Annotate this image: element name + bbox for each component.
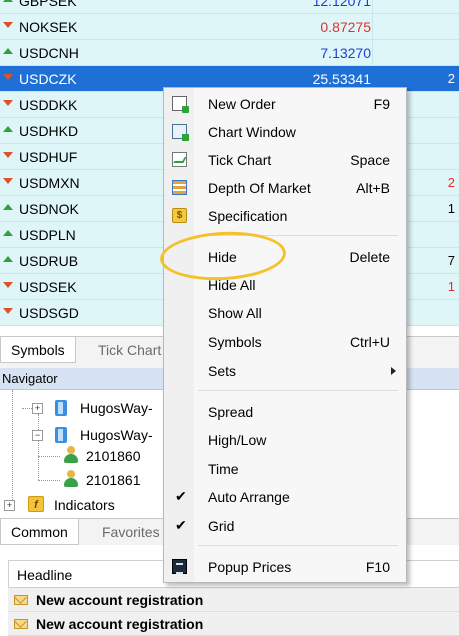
symbol-label: USDPLN xyxy=(19,227,76,243)
tab-common[interactable]: Common xyxy=(0,519,79,545)
checkmark-icon: ✔ xyxy=(175,517,187,533)
tab-symbols[interactable]: Symbols xyxy=(0,337,76,363)
symbol-label: USDMXN xyxy=(19,175,80,191)
arrow-down-icon xyxy=(3,100,13,110)
edge-value: 7 xyxy=(447,253,455,268)
symbol-label: GBPSEK xyxy=(19,0,77,9)
server-icon xyxy=(55,400,67,416)
tab-favorites[interactable]: Favorites xyxy=(92,519,170,545)
expand-icon[interactable]: + xyxy=(4,500,15,511)
arrow-up-icon xyxy=(3,230,13,240)
price-value: 0.87275 xyxy=(320,19,371,35)
arrow-up-icon xyxy=(3,256,13,266)
menu-item-spread[interactable]: Spread xyxy=(164,398,406,426)
price-value: 12.12071 xyxy=(312,0,371,9)
specification-icon: $ xyxy=(172,208,187,223)
arrow-down-icon xyxy=(3,22,13,32)
checkmark-icon: ✔ xyxy=(175,488,187,504)
submenu-arrow-icon xyxy=(391,367,396,375)
menu-item-high-low[interactable]: High/Low xyxy=(164,426,406,454)
tree-item-account[interactable]: 2101860 xyxy=(86,448,141,464)
edge-value: 1 xyxy=(447,201,455,216)
symbol-label: USDNOK xyxy=(19,201,79,217)
menu-item-tick-chart[interactable]: Tick Chart Space xyxy=(164,146,406,174)
symbol-label: USDRUB xyxy=(19,253,79,269)
edge-value: 2 xyxy=(447,71,455,86)
menu-item-new-order[interactable]: New Order F9 xyxy=(164,90,406,118)
arrow-down-icon xyxy=(3,282,13,292)
symbol-context-menu: New Order F9 Chart Window Tick Chart Spa… xyxy=(163,87,407,583)
market-row-noksek[interactable]: NOKSEK 0.87275 xyxy=(0,14,459,40)
news-row[interactable]: New account registration xyxy=(8,588,459,612)
arrow-up-icon xyxy=(3,0,13,6)
symbol-label: USDDKK xyxy=(19,97,78,113)
navigator-title: Navigator xyxy=(2,371,58,386)
chart-window-icon xyxy=(172,124,189,141)
symbol-label: USDSGD xyxy=(19,305,79,321)
edge-value: 2 xyxy=(447,175,455,190)
account-icon xyxy=(63,470,79,487)
news-headline: New account registration xyxy=(36,592,204,608)
menu-item-time[interactable]: Time xyxy=(164,455,406,483)
market-row-gbpsek[interactable]: GBPSEK 12.12071 xyxy=(0,0,459,14)
menu-item-symbols[interactable]: Symbols Ctrl+U xyxy=(164,328,406,356)
menu-item-chart-window[interactable]: Chart Window xyxy=(164,118,406,146)
arrow-down-icon xyxy=(3,178,13,188)
symbol-label: NOKSEK xyxy=(19,19,78,35)
news-row[interactable]: New account registration xyxy=(8,612,459,636)
tick-chart-icon xyxy=(172,152,187,167)
headline-header-label: Headline xyxy=(17,567,73,583)
price-value: 25.53341 xyxy=(312,71,371,87)
arrow-down-icon xyxy=(3,152,13,162)
server-icon xyxy=(55,427,67,443)
arrow-down-icon xyxy=(3,74,13,84)
market-row-usdcnh[interactable]: USDCNH 7.13270 xyxy=(0,40,459,66)
tree-item-account[interactable]: 2101861 xyxy=(86,472,141,488)
news-headline: New account registration xyxy=(36,616,204,632)
menu-item-grid[interactable]: ✔ Grid xyxy=(164,512,406,540)
menu-item-specification[interactable]: $ Specification xyxy=(164,202,406,230)
menu-item-show-all[interactable]: Show All xyxy=(164,299,406,327)
symbol-label: USDCZK xyxy=(19,71,77,87)
price-value: 7.13270 xyxy=(320,45,371,61)
mail-icon xyxy=(14,619,28,629)
depth-of-market-icon xyxy=(172,180,187,195)
menu-item-popup-prices[interactable]: Popup Prices F10 xyxy=(164,553,406,581)
tab-tick-chart[interactable]: Tick Chart xyxy=(88,337,171,363)
symbol-label: USDCNH xyxy=(19,45,79,61)
tree-item-server[interactable]: HugosWay- xyxy=(80,427,153,443)
tree-item-server[interactable]: HugosWay- xyxy=(80,400,153,416)
new-order-icon xyxy=(172,96,189,113)
menu-item-sets[interactable]: Sets xyxy=(164,357,406,385)
indicators-icon: f xyxy=(28,496,44,512)
popup-prices-icon xyxy=(172,559,187,574)
menu-item-depth-of-market[interactable]: Depth Of Market Alt+B xyxy=(164,174,406,202)
mail-icon xyxy=(14,595,28,605)
tree-item-indicators[interactable]: Indicators xyxy=(54,497,115,513)
account-icon xyxy=(63,446,79,463)
symbol-label: USDSEK xyxy=(19,279,77,295)
symbol-label: USDHKD xyxy=(19,123,79,139)
collapse-icon[interactable]: − xyxy=(32,430,43,441)
edge-value: 1 xyxy=(447,279,455,294)
symbol-label: USDHUF xyxy=(19,149,78,165)
arrow-up-icon xyxy=(3,48,13,58)
arrow-up-icon xyxy=(3,204,13,214)
arrow-up-icon xyxy=(3,126,13,136)
menu-item-auto-arrange[interactable]: ✔ Auto Arrange xyxy=(164,483,406,511)
expand-icon[interactable]: + xyxy=(32,403,43,414)
arrow-down-icon xyxy=(3,308,13,318)
